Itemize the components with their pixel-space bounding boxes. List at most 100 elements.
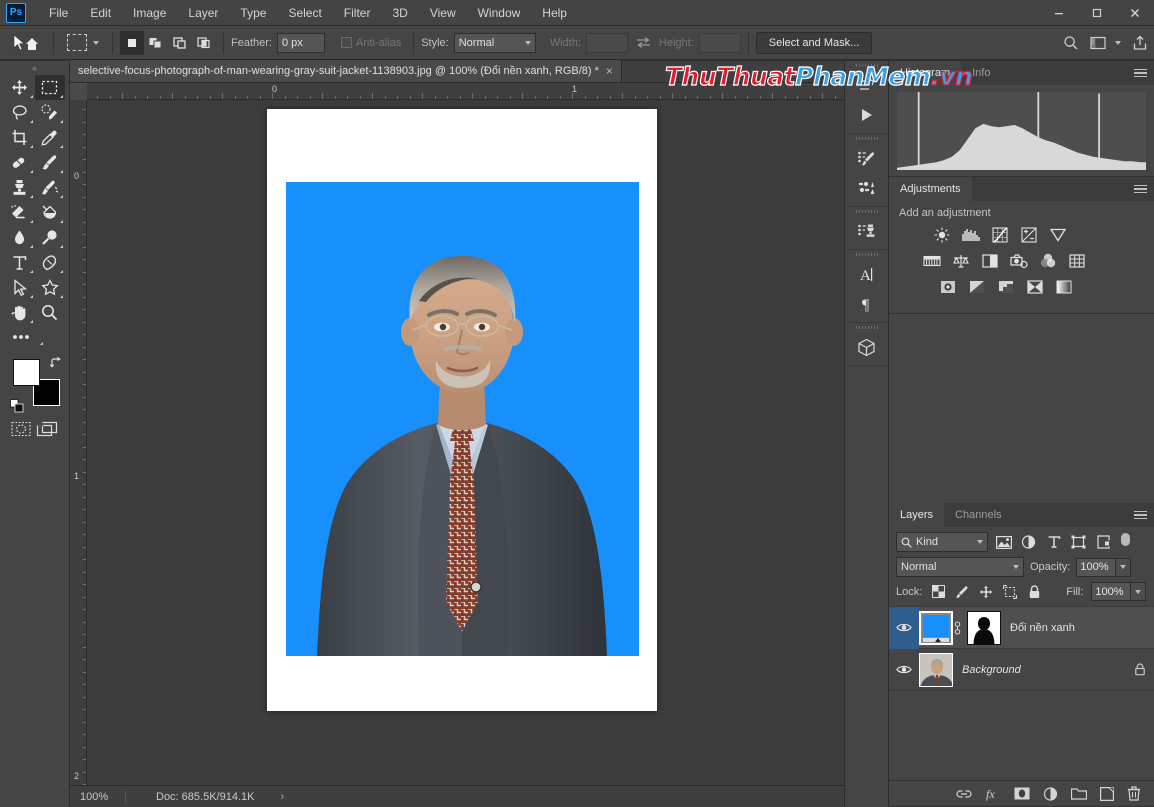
default-colors-icon[interactable] bbox=[10, 399, 24, 413]
dock-grip[interactable] bbox=[845, 323, 888, 332]
link-layers-icon[interactable] bbox=[956, 788, 972, 800]
type-layer-filter-icon[interactable] bbox=[1044, 533, 1063, 552]
status-expander-icon[interactable]: › bbox=[280, 791, 284, 803]
tab-channels[interactable]: Channels bbox=[944, 503, 1013, 527]
layer-thumbnail[interactable] bbox=[919, 610, 953, 645]
table-row[interactable]: Background bbox=[889, 649, 1154, 691]
intersect-with-selection-button[interactable] bbox=[192, 31, 216, 55]
photo-filter-icon[interactable] bbox=[1008, 251, 1030, 270]
lock-all-icon[interactable] bbox=[1026, 584, 1042, 600]
dock-grip[interactable] bbox=[845, 134, 888, 143]
minimize-icon[interactable] bbox=[1040, 0, 1078, 26]
menu-item-3d[interactable]: 3D bbox=[381, 2, 418, 24]
layer-name[interactable]: Đổi nền xanh bbox=[1010, 622, 1146, 634]
opacity-input[interactable]: 100% bbox=[1076, 557, 1117, 577]
type-tool[interactable] bbox=[4, 250, 35, 275]
brush-tool[interactable] bbox=[35, 150, 66, 175]
fill-stepper-caret[interactable] bbox=[1131, 582, 1147, 601]
delete-layer-icon[interactable] bbox=[1127, 786, 1141, 801]
new-adjustment-layer-icon[interactable] bbox=[1043, 786, 1058, 801]
canvas-viewport[interactable] bbox=[87, 100, 844, 785]
zoom-tool[interactable] bbox=[35, 300, 66, 325]
levels-icon[interactable] bbox=[960, 225, 982, 244]
custom-shape-tool[interactable] bbox=[35, 275, 66, 300]
style-select[interactable]: Normal bbox=[453, 32, 536, 53]
adjustment-layer-filter-icon[interactable] bbox=[1019, 533, 1038, 552]
opacity-stepper-caret[interactable] bbox=[1116, 557, 1132, 577]
3d-icon[interactable] bbox=[845, 332, 888, 362]
search-icon[interactable] bbox=[1063, 35, 1079, 51]
menu-item-image[interactable]: Image bbox=[122, 2, 177, 24]
new-selection-button[interactable] bbox=[120, 30, 144, 55]
add-layer-mask-icon[interactable] bbox=[1014, 787, 1030, 800]
pixel-layer-filter-icon[interactable] bbox=[994, 533, 1013, 552]
add-to-selection-button[interactable] bbox=[144, 31, 168, 55]
select-and-mask-button[interactable]: Select and Mask... bbox=[755, 31, 873, 54]
subtract-from-selection-button[interactable] bbox=[168, 31, 192, 55]
actions-play-icon[interactable] bbox=[845, 100, 888, 130]
edit-toolbar-icon[interactable] bbox=[4, 325, 65, 349]
crop-tool[interactable] bbox=[4, 125, 35, 150]
dock-grip[interactable] bbox=[845, 207, 888, 216]
brush-settings-icon[interactable] bbox=[845, 173, 888, 203]
vibrance-icon[interactable] bbox=[1047, 225, 1069, 244]
menu-item-layer[interactable]: Layer bbox=[177, 2, 229, 24]
screen-mode-icon[interactable] bbox=[36, 421, 58, 437]
layer-thumbnail[interactable] bbox=[919, 652, 953, 687]
close-icon[interactable] bbox=[1116, 0, 1154, 26]
smart-object-filter-icon[interactable] bbox=[1094, 533, 1113, 552]
layer-visibility-toggle[interactable] bbox=[889, 664, 919, 675]
tab-layers[interactable]: Layers bbox=[889, 503, 945, 527]
shape-layer-filter-icon[interactable] bbox=[1069, 533, 1088, 552]
table-row[interactable]: Đổi nền xanh bbox=[889, 606, 1154, 649]
swap-width-height-icon[interactable] bbox=[636, 36, 651, 49]
lasso-tool[interactable] bbox=[4, 100, 35, 125]
black-and-white-icon[interactable] bbox=[979, 251, 1001, 270]
lock-transparent-pixels-icon[interactable] bbox=[930, 584, 946, 600]
curves-icon[interactable] bbox=[989, 225, 1011, 244]
menu-item-window[interactable]: Window bbox=[467, 2, 532, 24]
filter-toggle-switch[interactable] bbox=[1119, 532, 1131, 552]
layer-visibility-toggle[interactable] bbox=[889, 606, 919, 649]
threshold-icon[interactable] bbox=[995, 277, 1017, 296]
clone-stamp-tool[interactable] bbox=[4, 175, 35, 200]
width-input[interactable] bbox=[585, 32, 628, 53]
exposure-icon[interactable] bbox=[1018, 225, 1040, 244]
layer-style-fx-icon[interactable]: fx bbox=[985, 787, 1001, 801]
swap-colors-icon[interactable] bbox=[50, 357, 62, 369]
invert-icon[interactable] bbox=[937, 277, 959, 296]
paragraph-icon[interactable]: ¶ bbox=[845, 289, 888, 319]
menu-item-help[interactable]: Help bbox=[531, 2, 578, 24]
tab-adjustments[interactable]: Adjustments bbox=[889, 177, 972, 201]
document-canvas[interactable] bbox=[267, 109, 657, 711]
dodge-tool[interactable] bbox=[35, 225, 66, 250]
character-icon[interactable]: A bbox=[845, 259, 888, 289]
document-tab[interactable]: selective-focus-photograph-of-man-wearin… bbox=[70, 60, 622, 82]
clone-source-icon[interactable] bbox=[845, 216, 888, 246]
share-icon[interactable] bbox=[1132, 35, 1148, 51]
close-icon[interactable]: × bbox=[606, 65, 613, 77]
menu-item-view[interactable]: View bbox=[419, 2, 467, 24]
hue-saturation-icon[interactable] bbox=[921, 251, 943, 270]
color-balance-icon[interactable] bbox=[950, 251, 972, 270]
layer-name[interactable]: Background bbox=[962, 664, 1134, 676]
color-lookup-icon[interactable] bbox=[1066, 251, 1088, 270]
layer-mask-link-icon[interactable] bbox=[953, 620, 967, 636]
pen-tool[interactable] bbox=[35, 250, 66, 275]
panel-menu-icon[interactable] bbox=[1134, 503, 1147, 527]
height-input[interactable] bbox=[698, 32, 741, 53]
history-brush-tool[interactable] bbox=[35, 175, 66, 200]
posterize-icon[interactable] bbox=[966, 277, 988, 296]
gradient-tool[interactable] bbox=[35, 200, 66, 225]
fill-input[interactable]: 100% bbox=[1091, 582, 1132, 601]
blend-mode-select[interactable]: Normal bbox=[896, 557, 1024, 577]
toolbar-collapse-handle[interactable]: « bbox=[0, 61, 69, 75]
hand-tool[interactable] bbox=[4, 300, 35, 325]
dock-grip[interactable] bbox=[845, 250, 888, 259]
zoom-level[interactable]: 100% bbox=[70, 790, 126, 803]
menu-item-file[interactable]: File bbox=[38, 2, 79, 24]
lock-position-icon[interactable] bbox=[978, 584, 994, 600]
menu-item-filter[interactable]: Filter bbox=[333, 2, 382, 24]
layer-mask-thumbnail[interactable] bbox=[967, 610, 1001, 645]
layer-filter-kind-select[interactable]: Kind bbox=[896, 532, 988, 552]
